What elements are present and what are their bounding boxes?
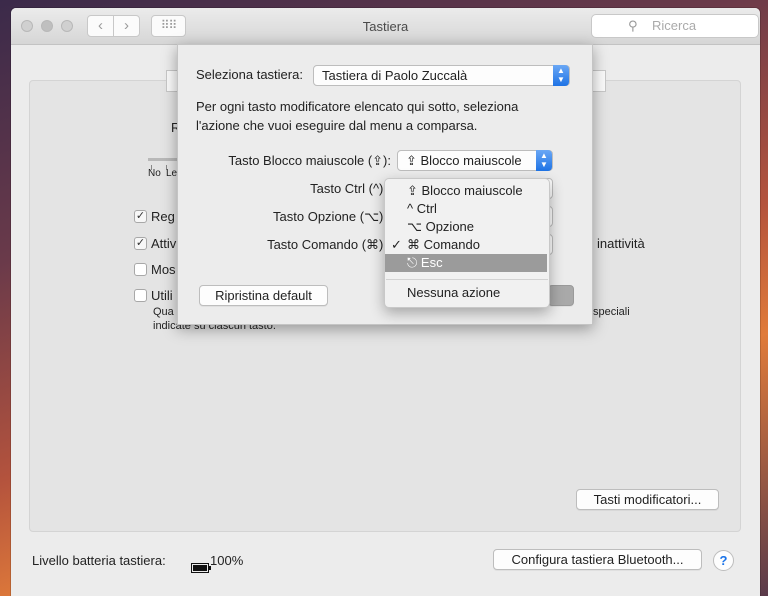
menu-item-ctrl[interactable]: ^ Ctrl [385, 200, 547, 218]
caps-lock-select-value: ⇪ Blocco maiuscole [406, 153, 522, 168]
search-placeholder: Ricerca [652, 18, 697, 33]
keyboard-select-value: Tastiera di Paolo Zuccalà [322, 68, 468, 83]
bluetooth-setup-button[interactable]: Configura tastiera Bluetooth... [493, 549, 702, 570]
slider-label-no: No [148, 168, 161, 179]
checkmark-icon: ✓ [391, 237, 402, 252]
battery-icon [191, 563, 211, 573]
ok-button[interactable] [548, 285, 574, 306]
battery-value: 100% [210, 553, 244, 568]
menu-item-command[interactable]: ✓ ⌘ Comando [385, 236, 547, 254]
slider-label-le: Le [166, 168, 178, 179]
search-field[interactable]: ⚲ Ricerca [591, 14, 759, 38]
menu-item-esc[interactable]: ⎋ Esc [385, 254, 547, 272]
select-keyboard-label: Seleziona tastiera: [196, 67, 303, 82]
title-bar: ‹ › ⠿⠿ Tastiera ⚲ Ricerca [11, 8, 760, 45]
ctrl-label: Tasto Ctrl (^): [310, 181, 387, 196]
menu-separator [386, 279, 548, 280]
checkbox-1[interactable]: ✓ [134, 210, 147, 223]
checkbox-4[interactable] [134, 289, 147, 302]
option-label: Tasto Opzione (⌥): [273, 209, 387, 224]
help-button[interactable]: ? [713, 550, 734, 571]
checkbox-3-label: Mos [151, 262, 176, 277]
menu-item-option[interactable]: ⌥ Opzione [385, 218, 547, 236]
checkbox-4-label: Utili [151, 288, 173, 303]
tab-right-stub[interactable] [592, 70, 606, 92]
checkbox-4-desc-right: speciali [593, 306, 630, 318]
modifier-action-menu: ⇪ Blocco maiuscole ^ Ctrl ⌥ Opzione ✓ ⌘ … [384, 178, 550, 308]
caps-lock-select[interactable]: ⇪ Blocco maiuscole ▲ ▼ [397, 150, 553, 171]
menu-item-caps-lock[interactable]: ⇪ Blocco maiuscole [385, 182, 547, 200]
menu-item-command-label: ⌘ Comando [407, 237, 480, 252]
keyboard-select[interactable]: Tastiera di Paolo Zuccalà ▲ ▼ [313, 65, 570, 86]
checkbox-2-label: Attiv [151, 236, 177, 251]
updown-arrows-icon: ▲ ▼ [553, 65, 569, 86]
description-line-1: Per ogni tasto modificatore elencato qui… [196, 99, 519, 114]
caps-lock-label: Tasto Blocco maiuscole (⇪): [228, 153, 391, 168]
restore-defaults-button[interactable]: Ripristina default [199, 285, 328, 306]
battery-label: Livello batteria tastiera: [32, 553, 166, 568]
checkbox-1-label: Reg [151, 209, 175, 224]
updown-arrows-icon: ▲ ▼ [536, 150, 552, 171]
search-icon: ⚲ [628, 18, 638, 33]
menu-item-no-action[interactable]: Nessuna azione [385, 284, 547, 302]
command-label: Tasto Comando (⌘): [267, 237, 387, 252]
checkbox-2-label-tail: inattività [597, 236, 645, 251]
modifier-keys-button[interactable]: Tasti modificatori... [576, 489, 719, 510]
description-line-2: l'azione che vuoi eseguire dal menu a co… [196, 118, 478, 133]
checkbox-3[interactable] [134, 263, 147, 276]
checkbox-2[interactable]: ✓ [134, 237, 147, 250]
checkbox-4-desc-left: Qua [153, 306, 174, 318]
